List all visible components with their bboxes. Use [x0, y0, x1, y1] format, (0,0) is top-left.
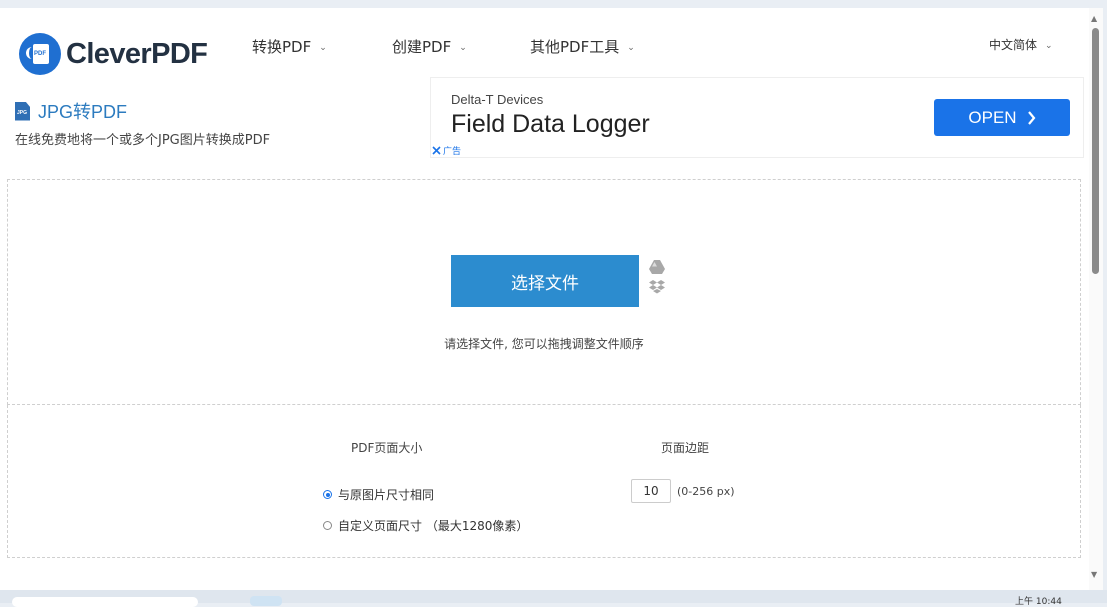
- taskbar-search[interactable]: [12, 597, 198, 607]
- margin-range-hint: (0-256 px): [677, 485, 735, 498]
- google-drive-icon[interactable]: [649, 260, 665, 274]
- radio-same-size[interactable]: 与原图片尺寸相同: [323, 486, 434, 503]
- ad-open-button[interactable]: OPEN: [934, 99, 1070, 136]
- ad-choices[interactable]: 广告: [432, 144, 461, 157]
- taskbar: 上午 10:44: [0, 590, 1107, 607]
- upload-dropzone[interactable]: 选择文件 请选择文件, 您可以拖拽调整文件顺序: [7, 179, 1081, 405]
- close-icon[interactable]: [432, 146, 441, 155]
- choose-file-button[interactable]: 选择文件: [451, 255, 639, 307]
- vertical-scrollbar[interactable]: ▲ ▼: [1089, 8, 1103, 590]
- chevron-down-icon: ⌄: [319, 42, 327, 53]
- nav-label: 转换PDF: [252, 38, 312, 56]
- jpg-file-icon: JPG: [15, 101, 30, 121]
- radio-label: 与原图片尺寸相同: [338, 488, 435, 502]
- upload-hint: 请选择文件, 您可以拖拽调整文件顺序: [444, 337, 644, 351]
- chevron-down-icon: ⌄: [1045, 40, 1053, 51]
- nav-other-tools[interactable]: 其他PDF工具 ⌄: [530, 36, 635, 57]
- scroll-thumb[interactable]: [1092, 28, 1099, 274]
- nav-label: 创建PDF: [392, 38, 452, 56]
- margin-heading: 页面边距: [661, 441, 710, 455]
- margin-input[interactable]: [631, 479, 671, 503]
- browser-viewport: PDF CleverPDF 转换PDF ⌄ 创建PDF ⌄ 其他PDF工具 ⌄ …: [0, 8, 1089, 590]
- cloud-sources: [649, 260, 665, 295]
- nav-label: 其他PDF工具: [530, 38, 620, 56]
- radio-button-selected[interactable]: [323, 490, 332, 499]
- ad-label: 广告: [443, 147, 462, 157]
- logo[interactable]: PDF CleverPDF: [19, 32, 208, 76]
- ad-advertiser: Delta-T Devices: [451, 92, 544, 107]
- nav-create-pdf[interactable]: 创建PDF ⌄: [392, 36, 467, 57]
- page-title-text: JPG转PDF: [38, 102, 128, 122]
- cleverpdf-logo-icon: PDF: [19, 33, 61, 75]
- taskbar-app-icon[interactable]: [250, 596, 282, 606]
- page-subtitle: 在线免费地将一个或多个JPG图片转换成PDF: [15, 133, 271, 148]
- page-size-heading: PDF页面大小: [351, 441, 423, 455]
- ad-banner[interactable]: Delta-T Devices Field Data Logger OPEN 广…: [430, 77, 1084, 158]
- chevron-down-icon: ⌄: [627, 42, 635, 53]
- radio-custom-size[interactable]: 自定义页面尺寸 （最大1280像素）: [323, 517, 528, 534]
- chevron-right-icon: [1027, 110, 1036, 125]
- page-title: JPG JPG转PDF: [15, 98, 127, 124]
- dropbox-icon[interactable]: [649, 280, 665, 295]
- logo-text: CleverPDF: [66, 37, 208, 70]
- chevron-down-icon: ⌄: [459, 42, 467, 53]
- options-panel: PDF页面大小 页面边距 与原图片尺寸相同 自定义页面尺寸 （最大1280像素）…: [7, 405, 1081, 558]
- radio-button[interactable]: [323, 521, 332, 530]
- radio-label: 自定义页面尺寸 （最大1280像素）: [338, 519, 529, 533]
- taskbar-clock: 上午 10:44: [1015, 597, 1062, 607]
- ad-open-label: OPEN: [968, 107, 1017, 127]
- scroll-up-arrow-icon[interactable]: ▲: [1091, 14, 1097, 23]
- language-selector[interactable]: 中文简体 ⌄: [989, 36, 1053, 53]
- language-label: 中文简体: [989, 38, 1038, 52]
- nav-convert-pdf[interactable]: 转换PDF ⌄: [252, 36, 327, 57]
- scroll-down-arrow-icon[interactable]: ▼: [1091, 570, 1097, 579]
- ad-headline[interactable]: Field Data Logger: [451, 110, 650, 139]
